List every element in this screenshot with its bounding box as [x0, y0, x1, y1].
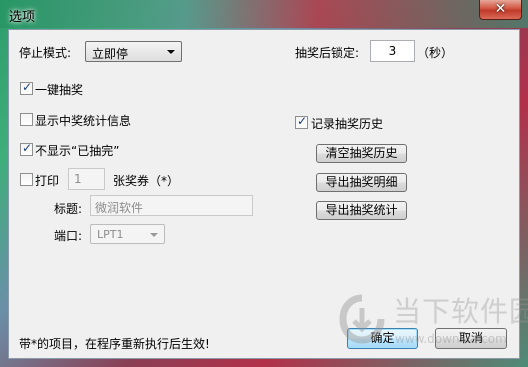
print-title-label: 标题:: [54, 202, 83, 216]
clear-history-button[interactable]: 清空抽奖历史: [316, 144, 407, 163]
stop-mode-select[interactable]: 立即停: [85, 41, 182, 62]
close-icon: ✕: [494, 1, 507, 17]
lock-seconds-unit: （秒）: [417, 46, 454, 60]
print-count-input[interactable]: 1: [68, 168, 105, 190]
print-suffix-label: 张奖券（*）: [113, 174, 180, 188]
desktop-background: 选项 ✕ 停止模式: 立即停 抽奖后锁定: 3 （秒） 一键抽奖 显示中奖统计信…: [0, 0, 528, 367]
export-stats-button[interactable]: 导出抽奖统计: [316, 201, 407, 220]
restart-note: 带*的项目，在程序重新执行后生效!: [19, 337, 210, 351]
print-title-value: 微润软件: [95, 201, 144, 215]
cancel-button[interactable]: 取消: [435, 328, 507, 349]
chevron-down-icon: [150, 233, 158, 237]
stop-mode-value: 立即停: [92, 47, 129, 61]
print-checkbox[interactable]: [20, 173, 33, 186]
print-count-value: 1: [74, 172, 82, 186]
chevron-down-icon: [167, 50, 175, 54]
hide-done-label[interactable]: 不显示“已抽完”: [35, 142, 119, 159]
lock-seconds-value: 3: [388, 44, 397, 58]
record-history-label[interactable]: 记录抽奖历史: [311, 115, 383, 132]
close-button[interactable]: ✕: [479, 0, 522, 20]
port-value: LPT1: [97, 228, 124, 241]
stop-mode-label: 停止模式:: [19, 46, 72, 60]
print-title-input[interactable]: 微润软件: [90, 195, 253, 216]
show-stats-label[interactable]: 显示中奖统计信息: [35, 112, 131, 129]
record-history-checkbox[interactable]: [295, 114, 308, 129]
options-dialog: 停止模式: 立即停 抽奖后锁定: 3 （秒） 一键抽奖 显示中奖统计信息 记录抽…: [8, 29, 520, 359]
print-label[interactable]: 打印: [35, 172, 59, 189]
one-click-checkbox[interactable]: [20, 80, 33, 95]
show-stats-checkbox[interactable]: [20, 113, 33, 126]
title-bar[interactable]: 选项 ✕: [0, 0, 528, 28]
hide-done-checkbox[interactable]: [20, 141, 33, 156]
window-title: 选项: [9, 10, 36, 25]
export-detail-button[interactable]: 导出抽奖明细: [316, 173, 407, 192]
one-click-label[interactable]: 一键抽奖: [35, 81, 83, 98]
lock-seconds-label: 抽奖后锁定:: [295, 46, 360, 60]
port-select[interactable]: LPT1: [90, 224, 165, 244]
ok-button[interactable]: 确定: [347, 328, 418, 349]
lock-seconds-input[interactable]: 3: [370, 40, 415, 62]
port-label: 端口:: [54, 229, 83, 243]
